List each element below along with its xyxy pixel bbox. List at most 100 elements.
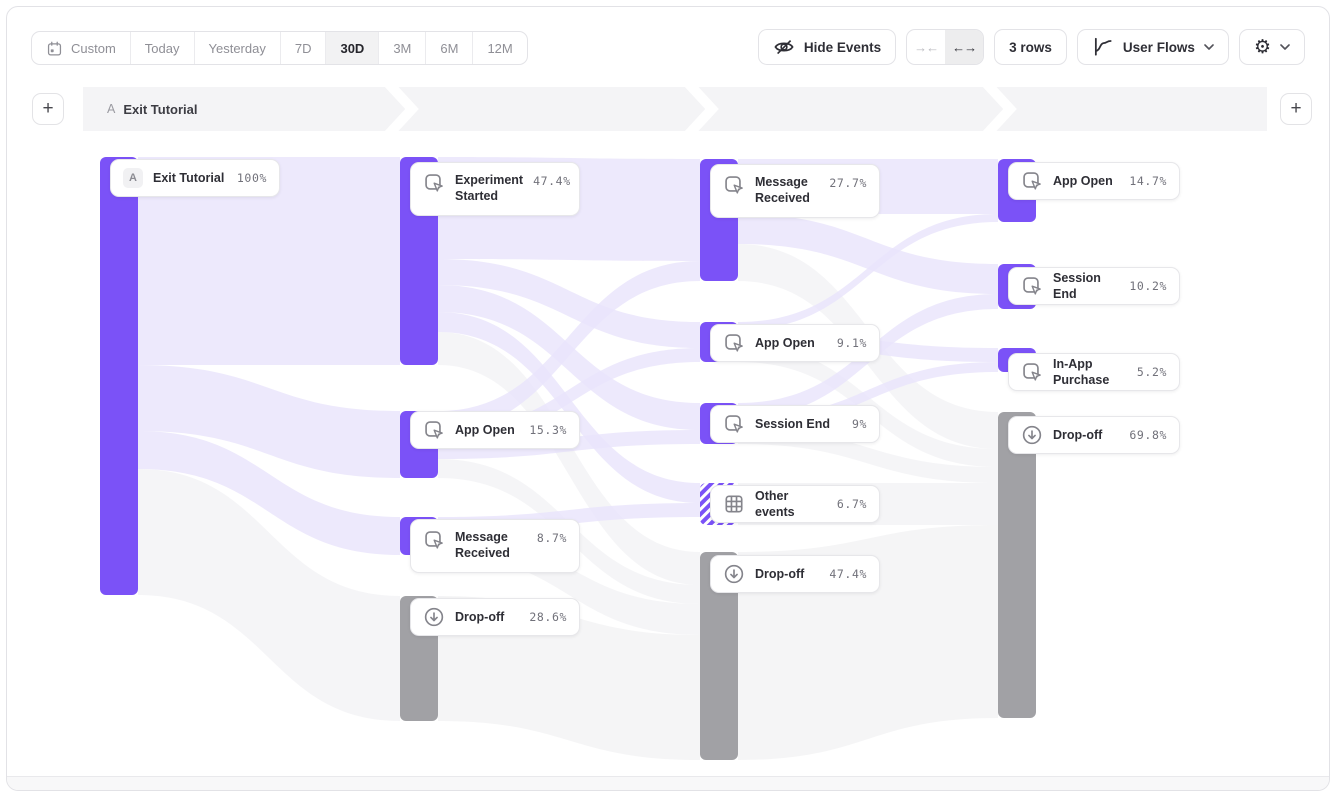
band-chevron-separator — [986, 87, 1010, 131]
rows-label: 3 rows — [1009, 40, 1052, 55]
event-cursor-icon — [723, 332, 745, 354]
node-label: App Open — [755, 335, 815, 351]
node-bar-c1-exit[interactable] — [100, 157, 138, 595]
view-mode-dropdown[interactable]: User Flows — [1077, 29, 1229, 65]
date-range-custom[interactable]: Custom — [32, 32, 130, 64]
collapse-columns-button[interactable]: →← — [907, 30, 945, 64]
event-cursor-icon — [423, 419, 445, 441]
collapse-icon: →← — [914, 40, 938, 55]
node-percentage: 5.2% — [1137, 365, 1167, 379]
node-percentage: 27.7% — [829, 176, 867, 190]
node-percentage: 100% — [237, 171, 267, 185]
drop-off-icon — [1021, 424, 1043, 446]
node-percentage: 6.7% — [837, 497, 867, 511]
event-cursor-icon — [723, 413, 745, 435]
node-card-c3-msg[interactable]: Message Received 27.7% — [710, 164, 880, 218]
node-label: Drop-off — [1053, 427, 1102, 443]
node-label: App Open — [1053, 173, 1113, 189]
band-chevrons — [83, 87, 1267, 131]
step-title: Exit Tutorial — [123, 102, 197, 117]
drop-off-icon — [723, 563, 745, 585]
event-cursor-icon — [1021, 275, 1043, 297]
node-card-c2-drop[interactable]: Drop-off28.6% — [410, 598, 580, 636]
node-percentage: 8.7% — [537, 531, 567, 545]
node-percentage: 69.8% — [1129, 428, 1167, 442]
add-step-left-button[interactable]: + — [32, 93, 64, 125]
hide-events-label: Hide Events — [804, 40, 881, 55]
user-flows-app: A Exit Tutorial 100% Experiment Started47.4… — [6, 6, 1330, 791]
node-card-c3-drop[interactable]: Drop-off 47.4% — [710, 555, 880, 593]
node-percentage: 10.2% — [1129, 279, 1167, 293]
node-card-c2-exp[interactable]: Experiment Started47.4% — [410, 162, 580, 216]
date-range-label: 6M — [440, 41, 458, 56]
chevron-down-icon — [1280, 44, 1290, 50]
date-range-today[interactable]: Today — [130, 32, 194, 64]
view-mode-label: User Flows — [1123, 40, 1195, 55]
step-header-band: A Exit Tutorial — [83, 87, 1267, 131]
node-card-c2-app[interactable]: App Open 15.3% — [410, 411, 580, 449]
node-percentage: 14.7% — [1129, 174, 1167, 188]
node-card-c4-app[interactable]: App Open 14.7% — [1008, 162, 1180, 200]
gear-icon: ⚙ — [1254, 38, 1271, 57]
toolbar-right: Hide Events →← ←→ 3 rows User Flows — [758, 29, 1305, 65]
node-label: In-App Purchase — [1053, 356, 1127, 389]
settings-dropdown[interactable]: ⚙ — [1239, 29, 1305, 65]
node-card-c4-sess[interactable]: Session End 10.2% — [1008, 267, 1180, 305]
node-label: Message Received — [755, 174, 819, 207]
event-cursor-icon — [423, 529, 445, 551]
expand-icon: ←→ — [952, 40, 976, 55]
add-step-right-button[interactable]: + — [1280, 93, 1312, 125]
node-card-c3-app[interactable]: App Open 9.1% — [710, 324, 880, 362]
step-letter-badge: A — [123, 168, 143, 188]
node-card-c3-sess[interactable]: Session End 9% — [710, 405, 880, 443]
node-card-c4-drop[interactable]: Drop-off 69.8% — [1008, 416, 1180, 454]
node-label: Session End — [755, 416, 830, 432]
date-range-label: 12M — [487, 41, 512, 56]
expand-columns-button[interactable]: ←→ — [945, 30, 983, 64]
step-letter: A — [107, 102, 115, 116]
plus-icon: + — [42, 98, 53, 119]
event-cursor-icon — [1021, 361, 1043, 383]
node-percentage: 9.1% — [837, 336, 867, 350]
user-flows-chart-icon — [1092, 36, 1114, 58]
date-range-label: 30D — [340, 41, 364, 56]
date-range-yesterday[interactable]: Yesterday — [194, 32, 280, 64]
footer-strip — [7, 776, 1329, 790]
date-range-label: Custom — [71, 41, 116, 56]
date-range-30d[interactable]: 30D — [325, 32, 378, 64]
node-label: Other events — [755, 488, 827, 521]
date-range-12m[interactable]: 12M — [472, 32, 526, 64]
expand-collapse-toggle: →← ←→ — [906, 29, 984, 65]
drop-off-icon — [423, 606, 445, 628]
node-card-c4-iap[interactable]: In-App Purchase 5.2% — [1008, 353, 1180, 391]
node-label: Exit Tutorial — [153, 170, 224, 186]
node-percentage: 47.4% — [533, 174, 571, 188]
node-card-c1-exit[interactable]: A Exit Tutorial 100% — [110, 159, 280, 197]
band-chevron-separator — [388, 87, 412, 131]
node-percentage: 47.4% — [829, 567, 867, 581]
date-range-3m[interactable]: 3M — [378, 32, 425, 64]
node-card-c3-other[interactable]: Other events 6.7% — [710, 485, 880, 523]
calendar-icon — [46, 40, 63, 57]
step-header-label: A Exit Tutorial — [107, 87, 198, 131]
node-label: Drop-off — [455, 609, 504, 625]
event-cursor-icon — [723, 174, 745, 196]
node-label: Drop-off — [755, 566, 804, 582]
node-percentage: 15.3% — [529, 423, 567, 437]
node-bar-c4-drop[interactable] — [998, 412, 1036, 718]
hide-events-button[interactable]: Hide Events — [758, 29, 896, 65]
node-label: Session End — [1053, 270, 1119, 303]
plus-icon: + — [1290, 98, 1301, 119]
band-chevron-separator — [688, 87, 712, 131]
other-events-grid-icon — [723, 493, 745, 515]
rows-button[interactable]: 3 rows — [994, 29, 1067, 65]
date-range-6m[interactable]: 6M — [425, 32, 472, 64]
node-label: App Open — [455, 422, 515, 438]
date-range-7d[interactable]: 7D — [280, 32, 326, 64]
event-cursor-icon — [423, 172, 445, 194]
toolbar: Custom Today Yesterday 7D 30D 3M 6M 12M Hide Ev… — [7, 7, 1329, 69]
node-percentage: 9% — [852, 417, 867, 431]
date-range-label: 7D — [295, 41, 312, 56]
date-range-label: Yesterday — [209, 41, 266, 56]
node-card-c2-msg[interactable]: Message Received8.7% — [410, 519, 580, 573]
